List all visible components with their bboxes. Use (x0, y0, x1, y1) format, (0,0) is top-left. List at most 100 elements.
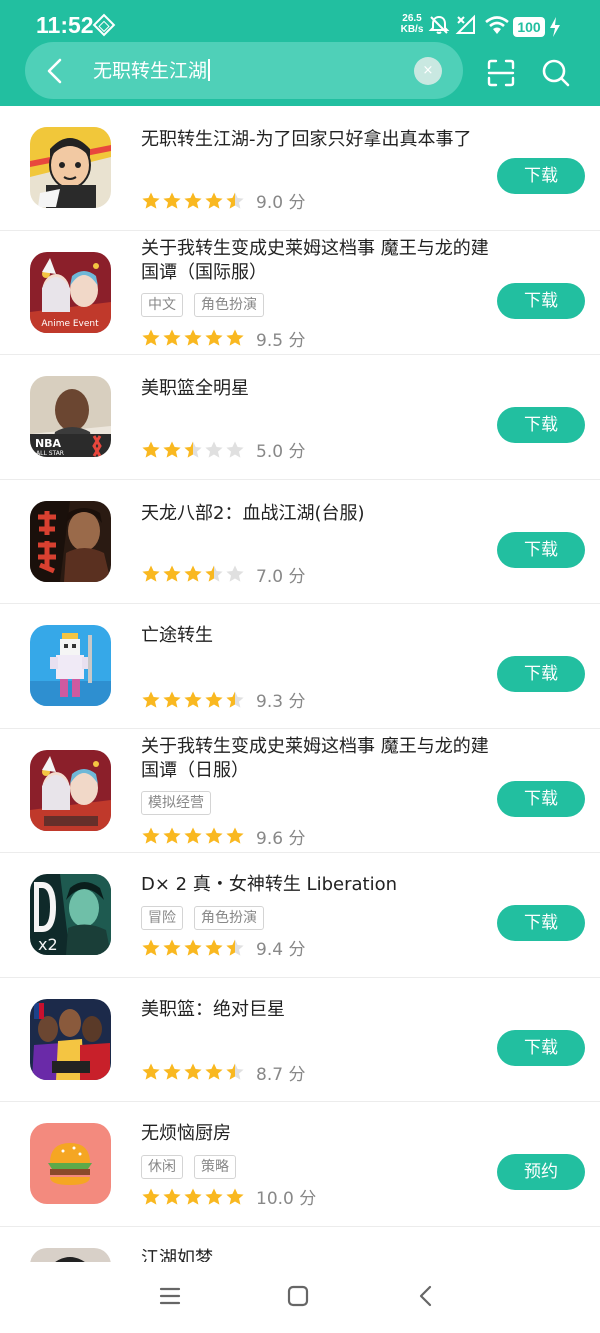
list-item[interactable]: 关于我转生变成史莱姆这档事 魔王与龙的建国谭（日服） 模拟经营 9.6 分 下载 (0, 729, 600, 853)
tag: 策略 (194, 1155, 236, 1179)
list-item[interactable]: 亡途转生 9.3 分 下载 (0, 604, 600, 729)
nav-back-icon[interactable] (414, 1284, 438, 1308)
app-notification-icon (92, 13, 116, 37)
app-name: 美职篮：绝对巨星 (141, 998, 285, 1020)
star-icon (184, 691, 202, 708)
star-icon (184, 441, 202, 458)
tag: 冒险 (141, 906, 183, 930)
download-button[interactable]: 下载 (497, 1029, 585, 1066)
star-icon (205, 939, 223, 956)
star-icon (184, 329, 202, 346)
star-icon (184, 565, 202, 582)
clear-search-button[interactable]: × (414, 57, 442, 85)
star-icon (163, 691, 181, 708)
star-icon (205, 691, 223, 708)
star-icon (226, 192, 244, 209)
download-button[interactable]: 下载 (497, 158, 585, 194)
tag: 模拟经营 (141, 790, 211, 815)
star-icon (163, 441, 181, 458)
score: 9.6 分 (256, 828, 306, 849)
nba-allstar-icon: NBA ALL STAR (30, 376, 111, 457)
score: 9.0 分 (256, 193, 306, 213)
tag: 中文 (141, 292, 183, 317)
dx2-icon: x2 (30, 874, 111, 955)
star-icon (142, 192, 160, 209)
list-item[interactable]: x2 D× 2 真・女神转生 Liberation 冒险 角色扮演 9.4 分 下… (0, 853, 600, 978)
star-icon (205, 329, 223, 346)
slime-anime-icon (30, 749, 111, 831)
score: 9.3 分 (256, 692, 306, 712)
menu-icon[interactable] (158, 1284, 182, 1308)
star-icon (205, 1063, 223, 1080)
download-button[interactable]: 下载 (497, 780, 585, 817)
list-item[interactable]: Anime Event 关于我转生变成史莱姆这档事 魔王与龙的建国谭（国际服） … (0, 231, 600, 355)
nba-stars-icon (30, 998, 111, 1080)
reserve-button[interactable]: 预约 (497, 1154, 585, 1190)
score: 5.0 分 (256, 442, 306, 462)
svg-text:NBA: NBA (35, 437, 62, 450)
download-button[interactable]: 下载 (497, 531, 585, 568)
download-button[interactable]: 下载 (497, 656, 585, 692)
star-icon (142, 441, 160, 458)
app-name: 关于我转生变成史莱姆这档事 魔王与龙的建国谭（日服） (141, 735, 489, 781)
tag-list: 冒险 角色扮演 (141, 906, 264, 930)
list-item[interactable]: NBA ALL STAR 美职篮全明星 5.0 分 下载 (0, 355, 600, 480)
tag-list: 休闲 策略 (141, 1155, 236, 1179)
search-input[interactable]: 无职转生江湖 (93, 57, 210, 85)
list-item[interactable]: 天龙八部2：血战江湖(台服) 7.0 分 下载 (0, 480, 600, 604)
search-results-list: 无职转生江湖-为了回家只好拿出真本事了 9.0 分 下载 Anime Event… (0, 106, 600, 1333)
scan-icon[interactable] (486, 58, 516, 88)
home-icon[interactable] (286, 1284, 310, 1308)
download-button[interactable]: 下载 (497, 407, 585, 443)
list-item[interactable]: 美职篮：绝对巨星 8.7 分 下载 (0, 978, 600, 1102)
score: 9.4 分 (256, 940, 306, 960)
slime-anime-icon: Anime Event (30, 251, 111, 333)
rating: 7.0 分 (141, 562, 305, 587)
download-button[interactable]: 下载 (497, 905, 585, 941)
score: 10.0 分 (256, 1189, 317, 1209)
download-button[interactable]: 下载 (497, 282, 585, 319)
tag: 角色扮演 (194, 906, 264, 930)
burger-icon (30, 1123, 111, 1204)
charging-icon (550, 17, 560, 37)
star-icon (226, 1063, 244, 1080)
svg-text:ALL STAR: ALL STAR (36, 450, 64, 457)
rating: 9.6 分 (141, 824, 305, 849)
list-item[interactable]: 无职转生江湖-为了回家只好拿出真本事了 9.0 分 下载 (0, 106, 600, 231)
pixel-king-icon (30, 625, 111, 706)
star-icon (184, 1188, 202, 1205)
star-icon (226, 1188, 244, 1205)
search-bar[interactable] (25, 42, 463, 99)
rating: 9.3 分 (141, 687, 305, 712)
status-time: 11:52 (36, 12, 94, 38)
warrior-icon (30, 500, 111, 582)
app-name: 无烦恼厨房 (141, 1123, 231, 1144)
anime-boy-icon (30, 127, 111, 208)
tag: 角色扮演 (194, 292, 264, 317)
star-icon (142, 691, 160, 708)
star-icon (226, 939, 244, 956)
star-icon (142, 565, 160, 582)
score: 7.0 分 (256, 566, 306, 587)
score: 9.5 分 (256, 330, 306, 351)
app-name: 无职转生江湖-为了回家只好拿出真本事了 (141, 129, 472, 150)
app-name: 亡途转生 (141, 625, 213, 646)
star-icon (142, 329, 160, 346)
star-icon (163, 939, 181, 956)
rating: 5.0 分 (141, 437, 305, 462)
star-icon (226, 827, 244, 844)
tag-list: 中文 角色扮演 (141, 292, 264, 317)
svg-text:x2: x2 (38, 935, 58, 954)
search-icon[interactable] (541, 58, 571, 88)
list-item[interactable]: 无烦恼厨房 休闲 策略 10.0 分 预约 (0, 1102, 600, 1227)
rating: 10.0 分 (141, 1184, 316, 1209)
rating: 9.4 分 (141, 935, 305, 960)
star-icon (226, 691, 244, 708)
star-icon (163, 192, 181, 209)
star-icon (205, 441, 223, 458)
star-icon (142, 1188, 160, 1205)
app-name: 关于我转生变成史莱姆这档事 魔王与龙的建国谭（国际服） (141, 237, 489, 283)
star-icon (163, 1063, 181, 1080)
star-icon (142, 939, 160, 956)
back-button[interactable] (40, 56, 70, 86)
